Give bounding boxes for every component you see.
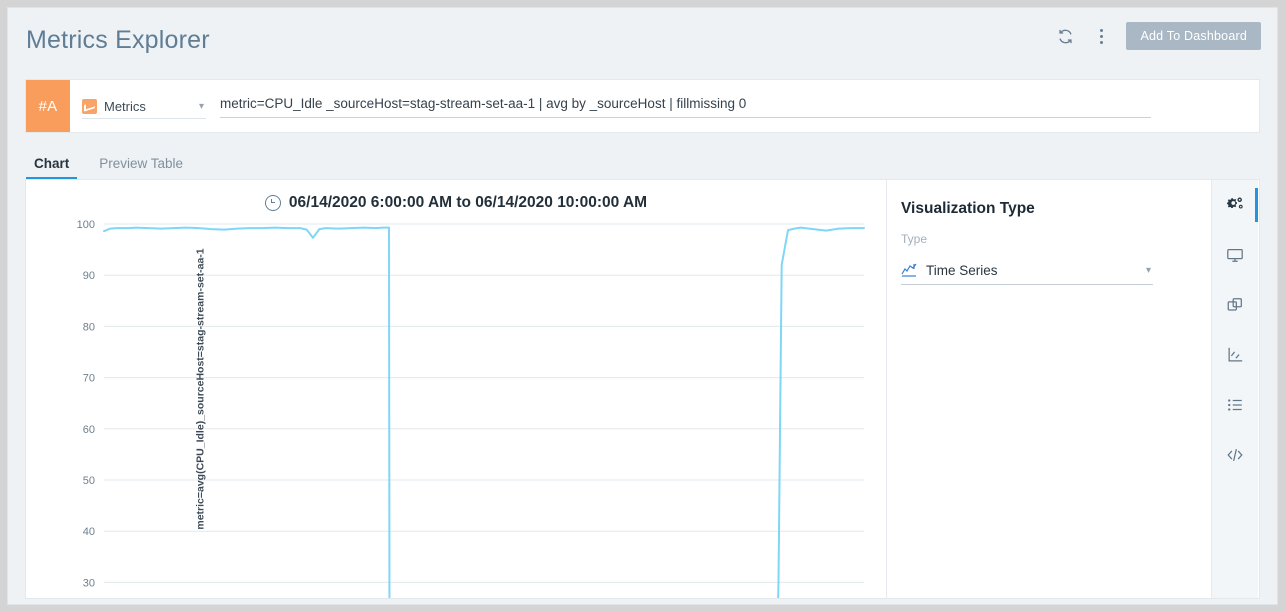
y-axis-label: metric=avg(CPU_Idle)_sourceHost=stag-str… xyxy=(195,248,207,529)
tab-preview-table[interactable]: Preview Table xyxy=(91,156,205,180)
visualization-type-dropdown[interactable]: Time Series ▾ xyxy=(901,256,1153,285)
chevron-down-icon: ▾ xyxy=(199,101,204,112)
page-title: Metrics Explorer xyxy=(26,26,210,55)
metrics-explorer-window: Metrics Explorer Add To Dashboard #A Met… xyxy=(8,8,1277,604)
query-text: metric=CPU_Idle _sourceHost=stag-stream-… xyxy=(220,96,746,111)
chart-time-range: 06/14/2020 6:00:00 AM to 06/14/2020 10:0… xyxy=(289,194,647,212)
clock-icon xyxy=(265,195,281,211)
query-input[interactable]: metric=CPU_Idle _sourceHost=stag-stream-… xyxy=(214,80,1259,132)
add-to-dashboard-button[interactable]: Add To Dashboard xyxy=(1126,22,1261,50)
layers-icon[interactable] xyxy=(1212,280,1258,330)
chart-pane: 06/14/2020 6:00:00 AM to 06/14/2020 10:0… xyxy=(26,180,886,598)
query-type-selector[interactable]: Metrics ▾ xyxy=(70,80,214,132)
svg-text:80: 80 xyxy=(83,321,95,333)
visualization-type-value: Time Series xyxy=(926,263,998,278)
refresh-icon[interactable] xyxy=(1054,24,1076,48)
display-icon[interactable] xyxy=(1212,230,1258,280)
header-actions: Add To Dashboard xyxy=(1054,22,1261,50)
svg-text:50: 50 xyxy=(83,475,95,487)
type-field-label: Type xyxy=(901,232,927,246)
time-series-icon xyxy=(901,263,917,277)
query-type-label: Metrics xyxy=(104,99,146,114)
svg-text:30: 30 xyxy=(83,577,95,589)
page-header: Metrics Explorer Add To Dashboard xyxy=(8,8,1277,70)
svg-text:60: 60 xyxy=(83,424,95,436)
legend-icon[interactable] xyxy=(1212,380,1258,430)
query-row: #A Metrics ▾ metric=CPU_Idle _sourceHost… xyxy=(26,80,1259,132)
axes-icon[interactable] xyxy=(1212,330,1258,380)
content-card: 06/14/2020 6:00:00 AM to 06/14/2020 10:0… xyxy=(26,180,1259,598)
kebab-menu-icon[interactable] xyxy=(1090,24,1112,48)
metrics-icon xyxy=(82,99,97,114)
code-icon[interactable] xyxy=(1212,430,1258,480)
visualization-settings-pane: Visualization Type Type Time Series ▾ xyxy=(887,180,1211,598)
general-settings-icon[interactable] xyxy=(1212,180,1258,230)
svg-text:100: 100 xyxy=(77,219,95,231)
chart-title: 06/14/2020 6:00:00 AM to 06/14/2020 10:0… xyxy=(26,194,886,212)
svg-text:70: 70 xyxy=(83,373,95,385)
settings-icon-rail xyxy=(1211,180,1258,598)
time-series-chart[interactable]: 010203040506070809010006:00 AM06:30 AM07… xyxy=(26,180,886,598)
query-badge: #A xyxy=(26,80,70,132)
svg-text:40: 40 xyxy=(83,526,95,538)
visualization-type-heading: Visualization Type xyxy=(901,200,1035,218)
tab-bar: Chart Preview Table xyxy=(26,146,205,180)
svg-text:90: 90 xyxy=(83,270,95,282)
chevron-down-icon: ▾ xyxy=(1146,265,1153,276)
tab-chart[interactable]: Chart xyxy=(26,156,91,180)
